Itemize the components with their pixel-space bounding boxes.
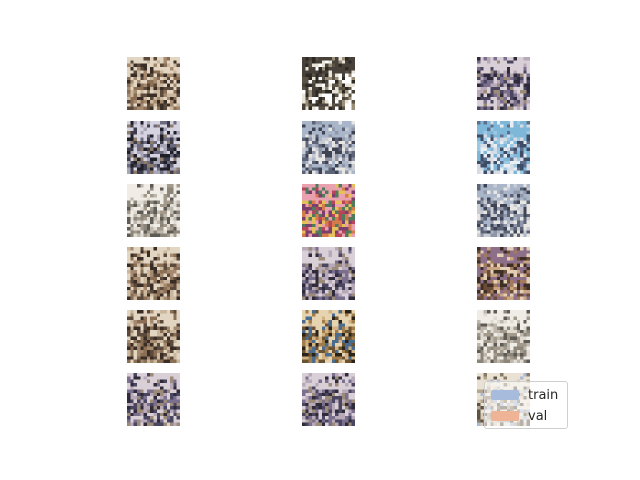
legend-entry-val: val — [491, 407, 547, 425]
thumbnail-r6-c1 — [127, 373, 180, 426]
thumbnail-r5-c3 — [477, 310, 530, 363]
room-photo-image — [302, 121, 355, 174]
legend-label-val: val — [528, 408, 548, 424]
room-photo-image — [302, 247, 355, 300]
room-photo-image — [477, 184, 530, 237]
thumbnail-r1-c3 — [477, 57, 530, 110]
legend-entry-train: train — [491, 386, 558, 404]
thumbnail-r5-c1 — [127, 310, 180, 363]
legend: train val — [484, 381, 568, 429]
thumbnail-r3-c3 — [477, 184, 530, 237]
room-photo-image — [477, 121, 530, 174]
thumbnail-r1-c1 — [127, 57, 180, 110]
room-photo-image — [127, 247, 180, 300]
thumbnail-r3-c1 — [127, 184, 180, 237]
room-photo-image — [477, 57, 530, 110]
room-photo-image — [302, 373, 355, 426]
legend-swatch-train — [491, 390, 519, 400]
legend-label-train: train — [528, 387, 559, 403]
thumbnail-r4-c1 — [127, 247, 180, 300]
thumbnail-r2-c2 — [302, 121, 355, 174]
thumbnail-r2-c3 — [477, 121, 530, 174]
room-photo-image — [127, 57, 180, 110]
thumbnail-r4-c3 — [477, 247, 530, 300]
thumbnail-r6-c2 — [302, 373, 355, 426]
thumbnail-r5-c2 — [302, 310, 355, 363]
thumbnail-r2-c1 — [127, 121, 180, 174]
room-photo-image — [302, 184, 355, 237]
thumbnail-r3-c2 — [302, 184, 355, 237]
room-photo-image — [477, 310, 530, 363]
room-photo-image — [127, 310, 180, 363]
thumbnail-r1-c2 — [302, 57, 355, 110]
room-photo-image — [127, 373, 180, 426]
room-photo-image — [302, 57, 355, 110]
room-photo-image — [127, 121, 180, 174]
room-photo-image — [302, 310, 355, 363]
room-photo-image — [477, 247, 530, 300]
legend-swatch-val — [491, 411, 519, 421]
thumbnail-r4-c2 — [302, 247, 355, 300]
room-photo-image — [127, 184, 180, 237]
